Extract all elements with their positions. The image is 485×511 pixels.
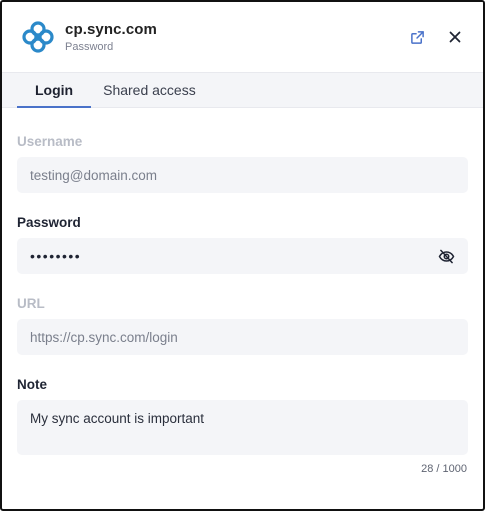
item-title: cp.sync.com [65,21,157,38]
title-block: cp.sync.com Password [65,21,393,53]
url-field[interactable]: https://cp.sync.com/login [17,319,468,355]
item-type: Password [65,41,114,53]
note-value: My sync account is important [30,411,205,426]
tab-login[interactable]: Login [17,73,92,108]
tab-bar: Login Shared access [2,72,483,108]
password-field[interactable]: •••••••• [17,238,468,274]
close-button[interactable] [441,23,469,51]
toggle-password-visibility-button[interactable] [436,246,456,266]
tab-shared-access[interactable]: Shared access [91,73,208,107]
note-textarea[interactable]: My sync account is important [17,400,468,455]
note-character-counter: 28 / 1000 [17,463,468,475]
password-item-dialog: cp.sync.com Password Login Shared access… [0,0,485,511]
sync-logo-icon [22,21,54,53]
username-field[interactable]: testing@domain.com [17,157,468,193]
open-in-new-button[interactable] [403,23,431,51]
close-icon [449,31,461,43]
dialog-header: cp.sync.com Password [2,2,483,72]
url-value: https://cp.sync.com/login [30,329,178,345]
eye-slash-icon [438,249,454,263]
password-label: Password [17,215,81,230]
url-label: URL [17,296,45,311]
username-value: testing@domain.com [30,167,158,183]
username-label: Username [17,134,83,149]
note-label: Note [17,377,47,392]
note-counter-text: 28 / 1000 [421,463,467,475]
external-link-icon [410,30,424,44]
login-form: Username testing@domain.com Password •••… [2,108,483,475]
password-value: •••••••• [30,248,82,264]
